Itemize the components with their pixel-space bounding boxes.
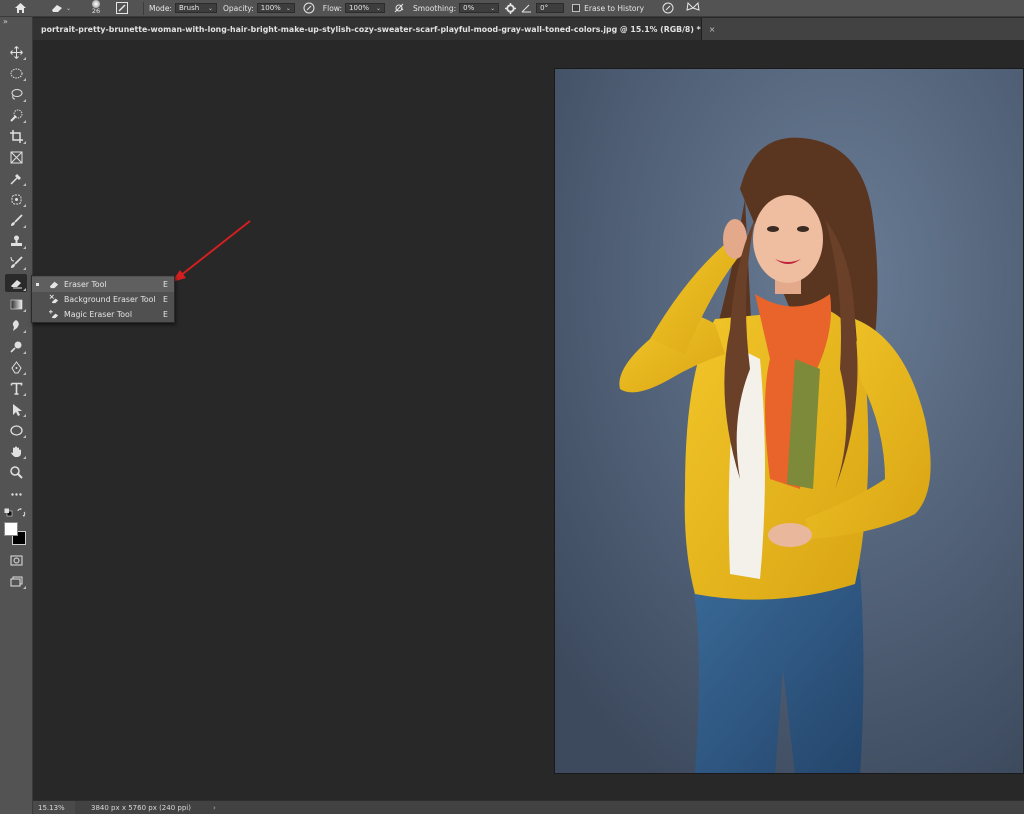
- flyout-item-shortcut: E: [163, 280, 168, 289]
- background-eraser-icon: [48, 294, 60, 306]
- magic-eraser-icon: [48, 309, 60, 321]
- selected-indicator: [36, 283, 39, 286]
- eraser-tool-flyout: Eraser Tool E Background Eraser Tool E M…: [31, 275, 175, 323]
- flyout-item-magic-eraser-tool[interactable]: Magic Eraser Tool E: [32, 307, 174, 322]
- annotation-arrow: [172, 220, 251, 282]
- flyout-item-background-eraser-tool[interactable]: Background Eraser Tool E: [32, 292, 174, 307]
- chevron-right-icon[interactable]: ›: [213, 804, 216, 812]
- flyout-item-eraser-tool[interactable]: Eraser Tool E: [32, 277, 174, 292]
- flyout-item-label: Eraser Tool: [64, 280, 107, 289]
- status-bar: 15.13% 3840 px x 5760 px (240 ppi) ›: [33, 800, 1024, 814]
- zoom-level: 15.13%: [38, 803, 65, 812]
- zoom-level-field[interactable]: 15.13%: [33, 801, 75, 814]
- flyout-item-label: Magic Eraser Tool: [64, 310, 132, 319]
- eraser-icon: [48, 279, 60, 291]
- flyout-item-shortcut: E: [163, 310, 168, 319]
- flyout-item-label: Background Eraser Tool: [64, 295, 156, 304]
- document-info: 3840 px x 5760 px (240 ppi): [91, 803, 191, 812]
- flyout-item-shortcut: E: [163, 295, 168, 304]
